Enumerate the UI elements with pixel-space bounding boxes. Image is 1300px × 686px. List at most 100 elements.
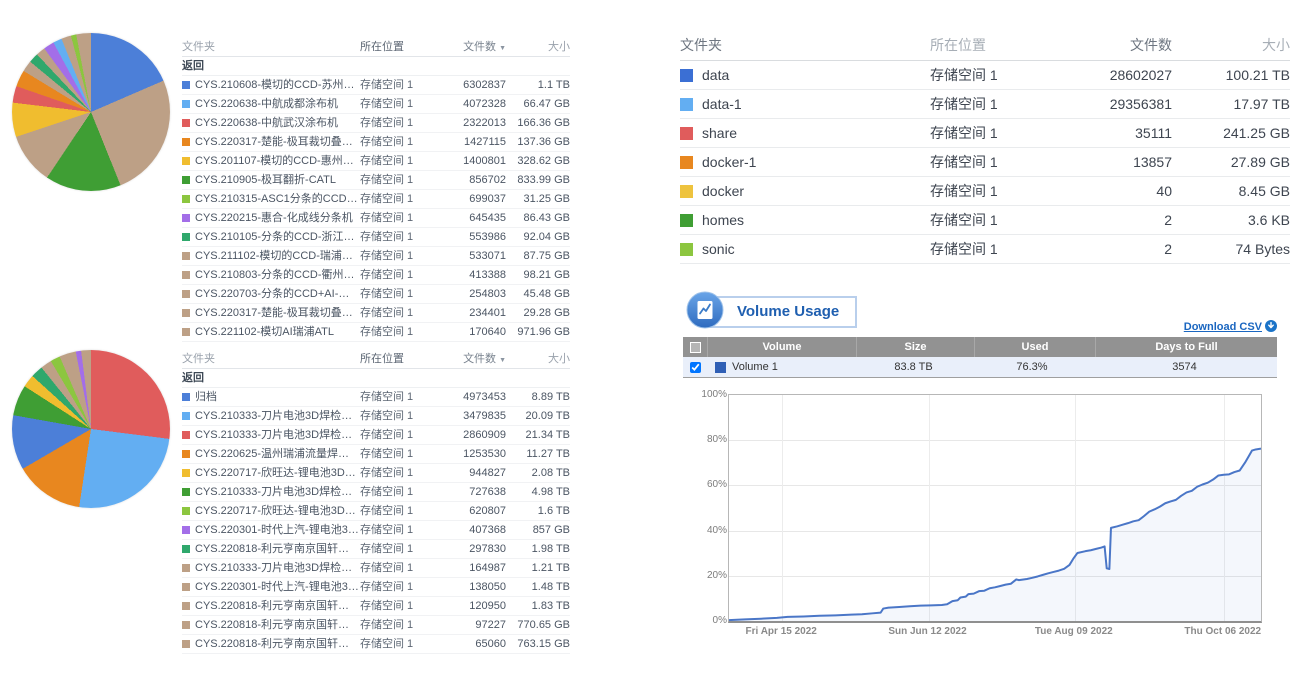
column-header-days-to-full: Days to Full bbox=[1096, 337, 1277, 357]
sort-descending-icon: ▼ bbox=[499, 45, 506, 52]
table-row[interactable]: data-1 存储空间 1 29356381 17.97 TB bbox=[680, 90, 1290, 119]
volume-checkbox[interactable] bbox=[690, 362, 701, 373]
folder-size: 8.89 TB bbox=[506, 388, 570, 406]
column-header-folder[interactable]: 文件夹 bbox=[680, 30, 930, 60]
folder-size: 20.09 TB bbox=[506, 407, 570, 425]
column-header-size[interactable]: 大小 bbox=[506, 38, 570, 56]
back-link[interactable]: 返回 bbox=[182, 369, 570, 388]
table-row[interactable]: CYS.210333-刀片电池3D焊检测-停止 存储空间 1 727638 4.… bbox=[182, 483, 570, 502]
folder-name: CYS.220317-楚能-极耳裁切叠一体机-定位 bbox=[195, 304, 360, 322]
table-row[interactable]: CYS.220703-分条的CCD+AI-衢州题威 存储空间 1 254803 … bbox=[182, 285, 570, 304]
table-row[interactable]: CYS.220625-温州瑞浦流量焊检测 存储空间 1 1253530 11.2… bbox=[182, 445, 570, 464]
volume-table-header: Volume Size Used Days to Full bbox=[683, 337, 1277, 357]
table-row[interactable]: CYS.210105-分条的CCD-浙江衢威（二厂） 存储空间 1 553986… bbox=[182, 228, 570, 247]
folder-table-1-rows: CYS.210608-模切的CCD-苏州巧乐 存储空间 1 6302837 1.… bbox=[182, 76, 570, 342]
y-axis-label: 80% bbox=[687, 434, 727, 445]
table-row[interactable]: CYS.220638-中航武汉涂布机 存储空间 1 2322013 166.36… bbox=[182, 114, 570, 133]
folder-table-1: 文件夹 所在位置 文件数▼ 大小 返回 CYS.210608-模切的CCD-苏州… bbox=[182, 38, 570, 342]
volume-table-rows: Volume 1 83.8 TB 76.3% 3574 bbox=[683, 357, 1277, 378]
table-row[interactable]: CYS.201107-模切的CCD-惠州CATL 存储空间 1 1400801 … bbox=[182, 152, 570, 171]
table-row[interactable]: CYS.210333-刀片电池3D焊检测-宁乡 存储空间 1 2860909 2… bbox=[182, 426, 570, 445]
folder-color-swatch bbox=[680, 69, 693, 82]
usage-line-series bbox=[729, 395, 1261, 621]
column-header-size[interactable]: 大小 bbox=[1172, 30, 1290, 60]
table-row[interactable]: CYS.210333-刀片电池3D焊检测-无为-2期 存储空间 1 347983… bbox=[182, 407, 570, 426]
folder-name: CYS.220625-温州瑞浦流量焊检测 bbox=[195, 445, 360, 463]
folder-size: 328.62 GB bbox=[506, 152, 570, 170]
table-row[interactable]: CYS.210803-分条的CCD-衢州题威 存储空间 1 413388 98.… bbox=[182, 266, 570, 285]
table-row[interactable]: CYS.211102-模切的CCD-瑞浦模切 存储空间 1 533071 87.… bbox=[182, 247, 570, 266]
folder-color-swatch bbox=[182, 233, 190, 241]
folder-file-count: 138050 bbox=[432, 578, 506, 596]
folder-size: 1.1 TB bbox=[506, 76, 570, 94]
table-row[interactable]: CYS.220317-楚能-极耳裁切叠一体机-定位 存储空间 1 234401 … bbox=[182, 304, 570, 323]
table-row[interactable]: data 存储空间 1 28602027 100.21 TB bbox=[680, 61, 1290, 90]
folder-size: 2.08 TB bbox=[506, 464, 570, 482]
folder-size: 86.43 GB bbox=[506, 209, 570, 227]
table-row[interactable]: CYS.220317-楚能-极耳裁切叠一体机-缺陷检测 存储空间 1 14271… bbox=[182, 133, 570, 152]
table-row[interactable]: CYS.220215-惠合-化成线分条机 存储空间 1 645435 86.43… bbox=[182, 209, 570, 228]
column-header-files[interactable]: 文件数▼ bbox=[432, 38, 506, 56]
table-row[interactable]: CYS.210905-极耳翻折-CATL 存储空间 1 856702 833.9… bbox=[182, 171, 570, 190]
column-header-volume: Volume bbox=[708, 337, 857, 357]
folder-size: 98.21 GB bbox=[506, 266, 570, 284]
table-row[interactable]: CYS.220818-利元亨南京国轩整线-质量焊-2D 存储空间 1 12095… bbox=[182, 597, 570, 616]
folder-size: 27.89 GB bbox=[1172, 154, 1290, 170]
folder-location: 存储空间 1 bbox=[360, 209, 432, 227]
x-axis-label: Fri Apr 15 2022 bbox=[746, 626, 817, 637]
column-header-files[interactable]: 文件数▼ bbox=[432, 350, 506, 368]
column-header-folder[interactable]: 文件夹 bbox=[182, 350, 360, 368]
folder-size: 166.36 GB bbox=[506, 114, 570, 132]
folder-size: 770.65 GB bbox=[506, 616, 570, 634]
table-row[interactable]: CYS.220717-欣旺达-锂电池3D检测-3D 存储空间 1 944827 … bbox=[182, 464, 570, 483]
folder-table-1-header: 文件夹 所在位置 文件数▼ 大小 bbox=[182, 38, 570, 57]
table-row[interactable]: CYS.220818-利元亨南京国轩整线-质量焊-3D 存储空间 1 29783… bbox=[182, 540, 570, 559]
column-header-size[interactable]: 大小 bbox=[506, 350, 570, 368]
folder-location: 存储空间 1 bbox=[360, 502, 432, 520]
folder-file-count: 2 bbox=[1060, 241, 1172, 257]
column-header-files[interactable]: 文件数 bbox=[1060, 30, 1172, 60]
folder-file-count: 553986 bbox=[432, 228, 506, 246]
select-all-checkbox[interactable] bbox=[683, 337, 708, 357]
download-icon[interactable] bbox=[1265, 320, 1277, 335]
column-header-location[interactable]: 所在位置 bbox=[930, 30, 1060, 60]
download-csv-link[interactable]: Download CSV bbox=[1184, 321, 1262, 333]
table-row[interactable]: 归档 存储空间 1 4973453 8.89 TB bbox=[182, 388, 570, 407]
folder-size: 1.98 TB bbox=[506, 540, 570, 558]
table-row[interactable]: CYS.221102-模切AI瑞浦ATL 存储空间 1 170640 971.9… bbox=[182, 323, 570, 342]
table-row[interactable]: CYS.220301-时代上汽-锂电池3D检测-3D 存储空间 1 407368… bbox=[182, 521, 570, 540]
column-header-location[interactable]: 所在位置 bbox=[360, 350, 432, 368]
folder-name: sonic bbox=[702, 241, 735, 257]
folder-location: 存储空间 1 bbox=[360, 540, 432, 558]
table-row[interactable]: CYS.210315-ASC1分条的CCD-ATL分条机 存储空间 1 6990… bbox=[182, 190, 570, 209]
table-row[interactable]: CYS.220818-利元亨南京国轩整线-密封钉 存储空间 1 65060 76… bbox=[182, 635, 570, 654]
column-header-location[interactable]: 所在位置 bbox=[360, 38, 432, 56]
table-row[interactable]: CYS.210333-刀片电池3D焊检测-重庆 存储空间 1 164987 1.… bbox=[182, 559, 570, 578]
folder-name: CYS.210803-分条的CCD-衢州题威 bbox=[195, 266, 360, 284]
table-row[interactable]: CYS.220638-中航成都涂布机 存储空间 1 4072328 66.47 … bbox=[182, 95, 570, 114]
table-row[interactable]: docker 存储空间 1 40 8.45 GB bbox=[680, 177, 1290, 206]
table-row[interactable]: CYS.220717-欣旺达-锂电池3D检测-2D 存储空间 1 620807 … bbox=[182, 502, 570, 521]
folder-size: 857 GB bbox=[506, 521, 570, 539]
folder-name: CYS.210333-刀片电池3D焊检测-停止 bbox=[195, 483, 360, 501]
folder-location: 存储空间 1 bbox=[360, 266, 432, 284]
table-row[interactable]: share 存储空间 1 35111 241.25 GB bbox=[680, 119, 1290, 148]
folder-size: 92.04 GB bbox=[506, 228, 570, 246]
folder-name: 归档 bbox=[195, 388, 217, 406]
table-row[interactable]: CYS.220301-时代上汽-锂电池3D检测-2D 存储空间 1 138050… bbox=[182, 578, 570, 597]
column-header-folder[interactable]: 文件夹 bbox=[182, 38, 360, 56]
table-row[interactable]: CYS.210608-模切的CCD-苏州巧乐 存储空间 1 6302837 1.… bbox=[182, 76, 570, 95]
table-row[interactable]: CYS.220818-利元亨南京国轩整线-顶盖激光焊接-... 存储空间 1 9… bbox=[182, 616, 570, 635]
folder-color-swatch bbox=[182, 176, 190, 184]
table-row[interactable]: docker-1 存储空间 1 13857 27.89 GB bbox=[680, 148, 1290, 177]
folder-size: 74 Bytes bbox=[1172, 241, 1290, 257]
folder-size: 29.28 GB bbox=[506, 304, 570, 322]
table-row[interactable]: Volume 1 83.8 TB 76.3% 3574 bbox=[683, 357, 1277, 378]
table-row[interactable]: sonic 存储空间 1 2 74 Bytes bbox=[680, 235, 1290, 264]
folder-location: 存储空间 1 bbox=[360, 388, 432, 406]
folder-location: 存储空间 1 bbox=[360, 285, 432, 303]
folder-color-swatch bbox=[182, 545, 190, 553]
back-link[interactable]: 返回 bbox=[182, 57, 570, 76]
folder-file-count: 856702 bbox=[432, 171, 506, 189]
table-row[interactable]: homes 存储空间 1 2 3.6 KB bbox=[680, 206, 1290, 235]
